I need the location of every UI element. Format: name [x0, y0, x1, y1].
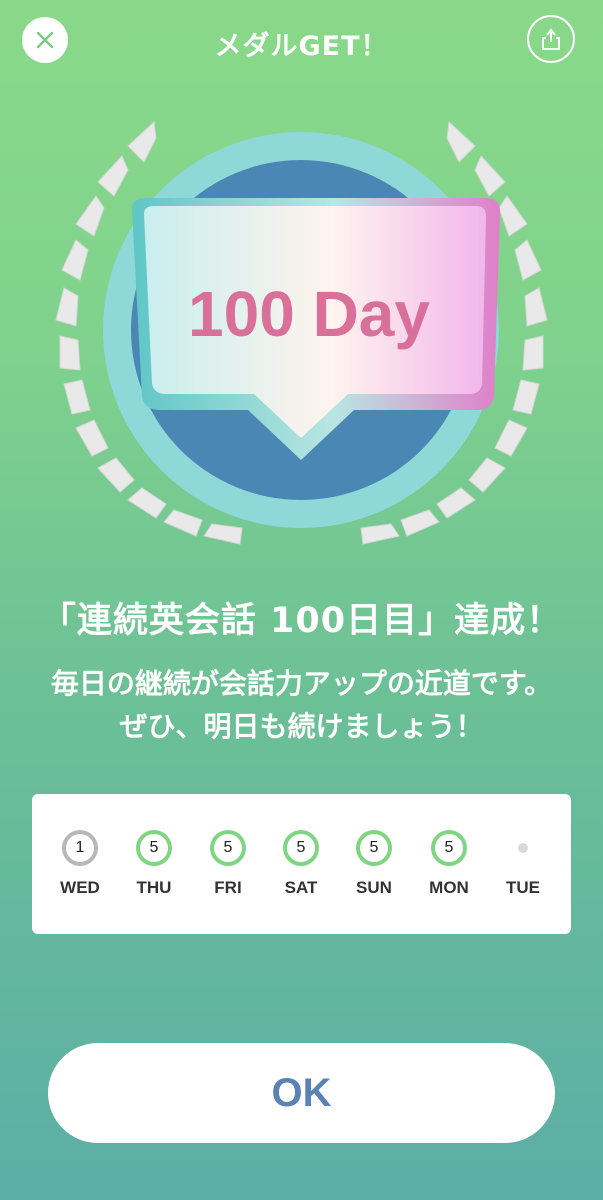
day-item-thu: 5 THU: [117, 794, 191, 934]
day-label: FRI: [214, 878, 242, 897]
day-label: MON: [429, 878, 469, 897]
day-count-circle: 1: [62, 830, 98, 866]
message-line-2: ぜひ、明日も続けましょう！: [119, 710, 484, 743]
day-label: SUN: [356, 878, 392, 897]
medal-badge: 100 Day: [36, 108, 567, 558]
day-label: THU: [136, 878, 172, 897]
page-title: メダルGET！: [214, 31, 389, 62]
day-pending-dot: [518, 843, 528, 853]
day-count-circle: 5: [356, 830, 392, 866]
day-label: TUE: [506, 878, 540, 897]
day-count-circle: 5: [210, 830, 246, 866]
day-item-tue: TUE: [486, 794, 560, 934]
day-count-circle: 5: [283, 830, 319, 866]
share-icon: [542, 28, 560, 50]
header-bar: メダルGET！: [0, 0, 603, 84]
day-count-circle: 5: [431, 830, 467, 866]
share-button[interactable]: [527, 15, 575, 63]
medal-graphic: 100 Day: [55, 120, 548, 545]
message-line-1: 毎日の継続が会話力アップの近道です。: [50, 667, 553, 700]
day-item-sat: 5 SAT: [264, 794, 338, 934]
ok-button[interactable]: OK: [48, 1043, 555, 1143]
day-item-mon: 5 MON: [412, 794, 486, 934]
streak-calendar: 1 WED 5 THU 5 FRI 5 SAT 5 SUN 5 MON TUE: [32, 794, 571, 934]
day-item-wed: 1 WED: [43, 794, 117, 934]
medal-label: 100 Day: [188, 278, 430, 350]
achievement-title: 「連続英会話 100日目」達成！: [40, 601, 563, 641]
day-count-circle: 5: [136, 830, 172, 866]
day-item-fri: 5 FRI: [191, 794, 265, 934]
day-label: WED: [60, 878, 100, 897]
day-label: SAT: [284, 878, 318, 897]
day-item-sun: 5 SUN: [337, 794, 411, 934]
